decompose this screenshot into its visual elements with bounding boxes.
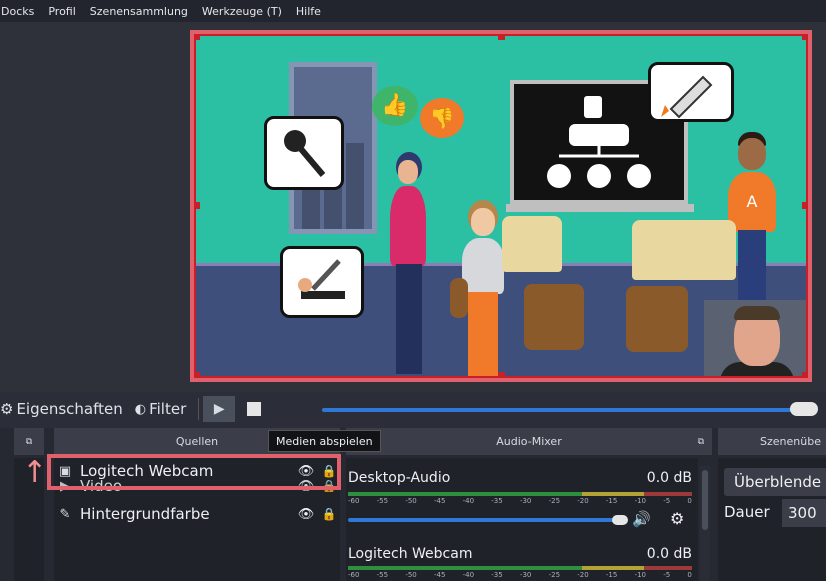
mixer-channel-name: Desktop-Audio — [348, 470, 451, 486]
brush-icon: ✎ — [59, 506, 71, 522]
properties-label: Eigenschaften — [16, 400, 123, 418]
scene-chair-1 — [524, 284, 584, 350]
source-highlight-box — [47, 454, 341, 490]
meter-scale: -60 -55 -50 -45 -40 -35 -30 -25 -20 -15 -10 -5 0 — [348, 571, 692, 579]
menu-profil[interactable]: Profil — [41, 5, 82, 18]
gear-icon[interactable]: ⚙ — [670, 509, 684, 528]
mixer-channel-db: 0.0 dB — [646, 546, 692, 562]
speaker-icon[interactable]: 🔊 — [632, 510, 651, 528]
microphone-bubble — [264, 116, 344, 190]
source-item-background-color[interactable]: ✎ Hintergrundfarbe 👁 🔒 — [54, 503, 340, 525]
mixer-channel-db: 0.0 dB — [646, 470, 692, 486]
properties-button[interactable]: ⚙ Eigenschaften — [0, 400, 131, 418]
audio-meter — [348, 492, 692, 496]
sources-title: Quellen — [175, 435, 219, 448]
duration-label: Dauer — [724, 503, 770, 521]
menu-scene-collection[interactable]: Szenensammlung — [83, 5, 195, 18]
scenes-dock-header: ⧉ — [14, 428, 44, 455]
play-button[interactable]: ▶ — [203, 396, 236, 422]
menu-docks[interactable]: Docks — [0, 5, 41, 18]
menu-tools[interactable]: Werkzeuge (T) — [195, 5, 289, 18]
scene-table-1 — [502, 216, 562, 272]
float-mixer-dock-icon[interactable]: ⧉ — [698, 437, 704, 447]
resize-handle-bottom-left[interactable] — [194, 372, 200, 378]
resize-handle-bottom-right[interactable] — [802, 372, 808, 378]
rocket-bubble — [648, 62, 734, 122]
resize-handle-top-right[interactable] — [802, 34, 808, 40]
menu-help[interactable]: Hilfe — [289, 5, 328, 18]
audio-meter — [348, 566, 692, 570]
scene-board-tray — [506, 204, 694, 212]
play-icon: ▶ — [213, 401, 225, 417]
meter-scale: -60 -55 -50 -45 -40 -35 -30 -25 -20 -15 -10 -5 0 — [348, 497, 692, 505]
filter-button[interactable]: ◐ Filter — [131, 400, 195, 418]
microphone-icon — [284, 130, 326, 177]
volume-slider[interactable] — [348, 518, 618, 522]
source-label: Hintergrundfarbe — [80, 505, 210, 523]
scene-table-2 — [632, 220, 736, 280]
source-toolbar: ⚙ Eigenschaften ◐ Filter ▶ — [0, 392, 826, 426]
visibility-eye-icon[interactable]: 👁 — [294, 507, 318, 522]
media-seek-handle[interactable] — [790, 402, 818, 416]
float-dock-icon[interactable]: ⧉ — [26, 437, 32, 447]
toolbar-divider — [198, 398, 200, 420]
filter-icon: ◐ — [134, 401, 147, 417]
transition-select[interactable]: Überblende — [724, 468, 826, 496]
duration-input[interactable]: 300 — [782, 499, 826, 527]
resize-handle-left[interactable] — [194, 202, 200, 209]
play-tooltip: Medien abspielen — [268, 430, 381, 452]
scene-chair-2 — [626, 286, 688, 352]
annotation-arrow-up-icon: ↑ — [22, 455, 48, 490]
media-seek-bar[interactable] — [322, 408, 792, 412]
volume-slider-handle[interactable] — [612, 515, 628, 525]
mixer-scrollbar[interactable] — [700, 466, 710, 581]
mixer-channel-name: Logitech Webcam — [348, 546, 473, 562]
menu-bar: Docks Profil Szenensammlung Werkzeuge (T… — [0, 0, 826, 22]
lock-icon[interactable]: 🔒 — [318, 507, 340, 521]
wrench-icon — [298, 259, 345, 299]
webcam-overlay[interactable] — [704, 300, 808, 378]
resize-handle-bottom[interactable] — [498, 372, 505, 378]
mixer-scrollbar-thumb[interactable] — [702, 470, 708, 530]
thumbs-down-icon: 👎 — [420, 98, 464, 138]
stop-button[interactable] — [247, 402, 262, 416]
tools-bubble — [280, 246, 364, 318]
mixer-dock-header: Audio-Mixer ⧉ — [346, 428, 712, 455]
resize-handle-right[interactable] — [802, 202, 808, 209]
rocket-icon — [661, 75, 713, 119]
mixer-title: Audio-Mixer — [496, 435, 562, 448]
scene-chair-3 — [450, 278, 468, 318]
filter-label: Filter — [149, 400, 187, 418]
resize-handle-top-left[interactable] — [194, 34, 200, 40]
character-woman-pink — [386, 152, 430, 378]
gear-icon: ⚙ — [0, 400, 14, 418]
thumbs-up-icon: 👍 — [372, 86, 418, 126]
preview-area[interactable]: ⟷ ⤡ ↕ — [0, 22, 826, 392]
transitions-title: Szenenübe — [760, 435, 821, 448]
resize-handle-top[interactable] — [498, 34, 505, 40]
scene-canvas[interactable]: 👍 👎 A — [190, 30, 812, 382]
transitions-dock-header: Szenenübe — [718, 428, 826, 455]
